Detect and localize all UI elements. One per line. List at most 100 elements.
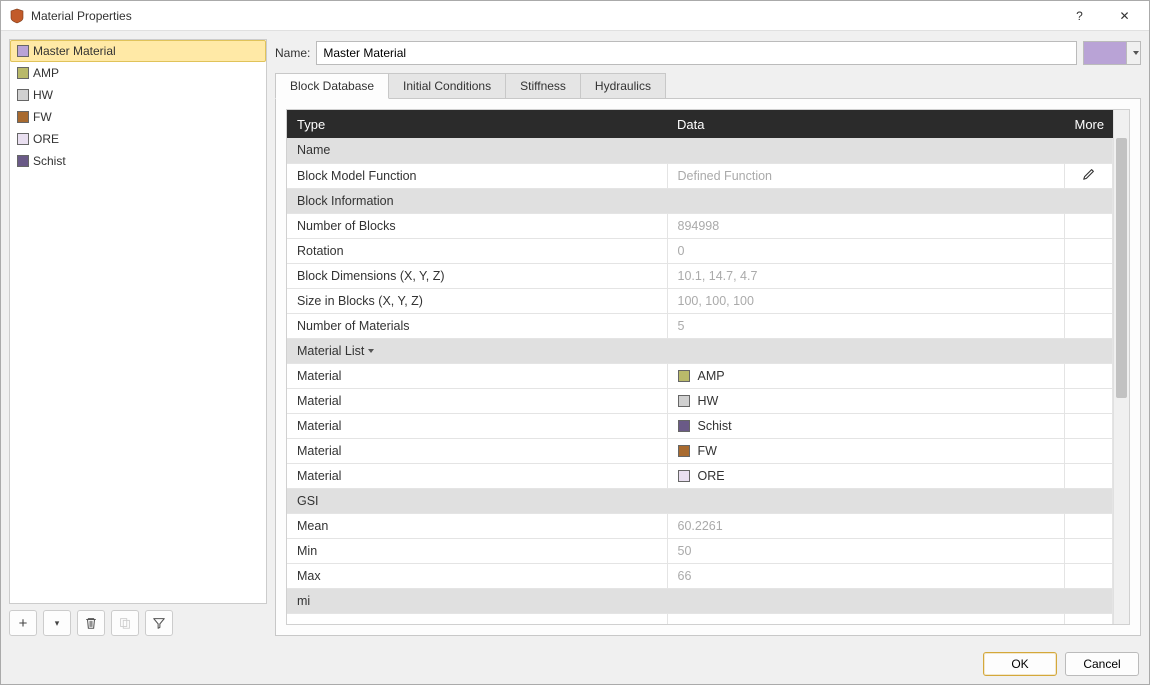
add-button[interactable]: + <box>9 610 37 636</box>
sidebar-item-label: ORE <box>33 132 59 146</box>
grid-cell-type: Material <box>287 363 667 388</box>
grid-row[interactable]: Material AMP <box>287 363 1113 388</box>
grid-row[interactable]: Block Dimensions (X, Y, Z)10.1, 14.7, 4.… <box>287 263 1113 288</box>
color-picker[interactable] <box>1083 41 1141 65</box>
grid-cell-data: 5 <box>667 313 1065 338</box>
grid-row[interactable]: Mean60.2261 <box>287 513 1113 538</box>
vertical-scrollbar[interactable] <box>1113 110 1129 624</box>
grid-row[interactable]: Block Model FunctionDefined Function <box>287 163 1113 188</box>
grid-row[interactable]: Number of Materials5 <box>287 313 1113 338</box>
sidebar-item[interactable]: HW <box>10 84 266 106</box>
help-button[interactable]: ? <box>1057 2 1102 30</box>
sidebar-toolbar: + ▾ <box>9 610 267 636</box>
sidebar-item[interactable]: FW <box>10 106 266 128</box>
copy-button[interactable] <box>111 610 139 636</box>
grid-cell-more <box>1065 563 1113 588</box>
grid-cell-more <box>1065 463 1113 488</box>
tab-panel: Type Data More NameBlock Model FunctionD… <box>275 98 1141 636</box>
tab[interactable]: Block Database <box>275 73 389 99</box>
sidebar-item[interactable]: Schist <box>10 150 266 172</box>
grid-row: Material List <box>287 338 1113 363</box>
trash-icon <box>84 616 98 630</box>
grid-section-label: mi <box>287 588 1113 613</box>
grid-cell-data: HW <box>667 388 1065 413</box>
ok-button[interactable]: OK <box>983 652 1057 676</box>
grid-cell-more <box>1065 538 1113 563</box>
name-label: Name: <box>275 46 310 60</box>
material-swatch-icon <box>17 89 29 101</box>
sidebar-item-label: AMP <box>33 66 59 80</box>
grid-cell-more <box>1065 238 1113 263</box>
tab[interactable]: Hydraulics <box>581 73 666 99</box>
material-name: FW <box>698 444 717 458</box>
grid-cell-data: 10.1, 14.7, 4.7 <box>667 263 1065 288</box>
delete-button[interactable] <box>77 610 105 636</box>
grid-cell-data: Defined Function <box>667 163 1065 188</box>
material-swatch-icon <box>678 445 690 457</box>
filter-button[interactable] <box>145 610 173 636</box>
sidebar-item-label: FW <box>33 110 52 124</box>
grid-cell-data <box>667 613 1065 624</box>
grid-row: Block Information <box>287 188 1113 213</box>
grid-cell-more[interactable] <box>1065 163 1113 188</box>
material-name: Schist <box>698 419 732 433</box>
color-dropdown[interactable] <box>1126 42 1140 64</box>
grid-cell-type <box>287 613 667 624</box>
grid-cell-data: Schist <box>667 413 1065 438</box>
sidebar-item[interactable]: ORE <box>10 128 266 150</box>
material-name: HW <box>698 394 719 408</box>
grid-cell-type: Mean <box>287 513 667 538</box>
material-swatch-icon <box>17 111 29 123</box>
sidebar: Master Material AMP HW FW ORE Schist + ▾ <box>9 39 267 636</box>
material-swatch-icon <box>17 155 29 167</box>
grid-cell-more <box>1065 613 1113 624</box>
grid-header-type[interactable]: Type <box>287 110 667 138</box>
grid-cell-type: Block Model Function <box>287 163 667 188</box>
grid-cell-type: Material <box>287 413 667 438</box>
tab[interactable]: Stiffness <box>506 73 581 99</box>
grid-row[interactable]: Rotation0 <box>287 238 1113 263</box>
chevron-down-icon <box>368 349 374 353</box>
material-swatch-icon <box>17 133 29 145</box>
material-swatch-icon <box>678 420 690 432</box>
grid-cell-data: 0 <box>667 238 1065 263</box>
material-name: ORE <box>698 469 725 483</box>
close-button[interactable]: ✕ <box>1102 2 1147 30</box>
scroll-thumb[interactable] <box>1116 138 1127 398</box>
grid-cell-type: Rotation <box>287 238 667 263</box>
grid-row[interactable]: MaterialORE <box>287 463 1113 488</box>
grid-row[interactable]: Max66 <box>287 563 1113 588</box>
grid-row[interactable] <box>287 613 1113 624</box>
sidebar-item[interactable]: Master Material <box>10 40 266 62</box>
grid-header-data[interactable]: Data <box>667 110 1065 138</box>
cancel-button[interactable]: Cancel <box>1065 652 1139 676</box>
grid-cell-data: 50 <box>667 538 1065 563</box>
material-list[interactable]: Master Material AMP HW FW ORE Schist <box>9 39 267 604</box>
grid-row[interactable]: MaterialHW <box>287 388 1113 413</box>
grid-row[interactable]: Size in Blocks (X, Y, Z)100, 100, 100 <box>287 288 1113 313</box>
grid-cell-more <box>1065 438 1113 463</box>
grid-row[interactable]: Min50 <box>287 538 1113 563</box>
grid-cell-more <box>1065 313 1113 338</box>
tab[interactable]: Initial Conditions <box>389 73 506 99</box>
add-dropdown-button[interactable]: ▾ <box>43 610 71 636</box>
grid-cell-type: Max <box>287 563 667 588</box>
grid-cell-data: FW <box>667 438 1065 463</box>
grid-header-more[interactable]: More <box>1065 110 1113 138</box>
grid-cell-more <box>1065 288 1113 313</box>
titlebar: Material Properties ? ✕ <box>1 1 1149 31</box>
name-row: Name: <box>275 39 1141 73</box>
grid-row[interactable]: MaterialFW <box>287 438 1113 463</box>
material-name: AMP <box>698 369 725 383</box>
grid-cell-data: 60.2261 <box>667 513 1065 538</box>
grid-row[interactable]: Material Schist <box>287 413 1113 438</box>
tab-bar: Block DatabaseInitial ConditionsStiffnes… <box>275 73 1141 99</box>
chevron-down-icon <box>1133 51 1139 55</box>
name-input[interactable] <box>316 41 1077 65</box>
grid-cell-type: Number of Materials <box>287 313 667 338</box>
grid-cell-data: 894998 <box>667 213 1065 238</box>
pencil-icon <box>1082 167 1096 181</box>
material-swatch-icon <box>678 370 690 382</box>
sidebar-item[interactable]: AMP <box>10 62 266 84</box>
grid-row[interactable]: Number of Blocks894998 <box>287 213 1113 238</box>
